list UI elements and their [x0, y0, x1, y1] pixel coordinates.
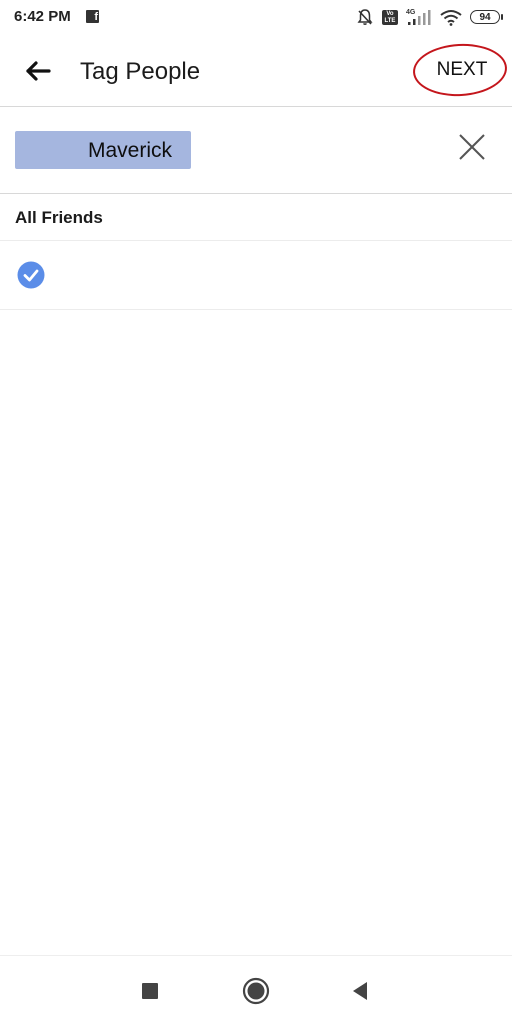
recent-apps-button[interactable]	[135, 976, 165, 1006]
app-header: Tag People NEXT	[0, 36, 512, 107]
battery-icon: 94	[470, 10, 503, 24]
tag-chip-label: Maverick	[88, 139, 173, 162]
list-item[interactable]	[0, 241, 512, 310]
wifi-icon	[440, 9, 462, 26]
signal-icon: 4G	[406, 9, 431, 25]
next-button[interactable]: NEXT	[411, 41, 511, 100]
section-header: All Friends	[0, 195, 512, 241]
system-back-button[interactable]	[345, 976, 375, 1006]
section-title: All Friends	[15, 208, 103, 227]
facebook-icon: f	[86, 10, 99, 23]
status-bar: 6:42 PM f Vo LTE 4G 94	[0, 0, 512, 36]
recent-apps-icon	[142, 983, 158, 999]
bell-muted-icon	[357, 9, 373, 25]
page-title: Tag People	[80, 58, 201, 85]
status-time: 6:42 PM	[14, 8, 71, 25]
status-icons: Vo LTE 4G 94	[356, 6, 503, 28]
clear-button[interactable]	[455, 130, 489, 164]
home-icon	[242, 977, 270, 1005]
home-button[interactable]	[241, 976, 271, 1006]
tag-chip[interactable]: Maverick	[15, 131, 191, 169]
navigation-bar	[0, 955, 512, 1025]
close-icon	[459, 134, 485, 160]
checkmark-icon	[17, 261, 45, 289]
back-button[interactable]	[22, 56, 54, 86]
tag-input[interactable]: Maverick	[0, 108, 512, 194]
arrow-left-icon	[26, 61, 51, 81]
next-label: NEXT	[436, 59, 488, 80]
volte-icon: Vo LTE	[382, 9, 398, 25]
back-icon	[353, 982, 367, 1000]
network-type: 4G	[406, 9, 416, 16]
